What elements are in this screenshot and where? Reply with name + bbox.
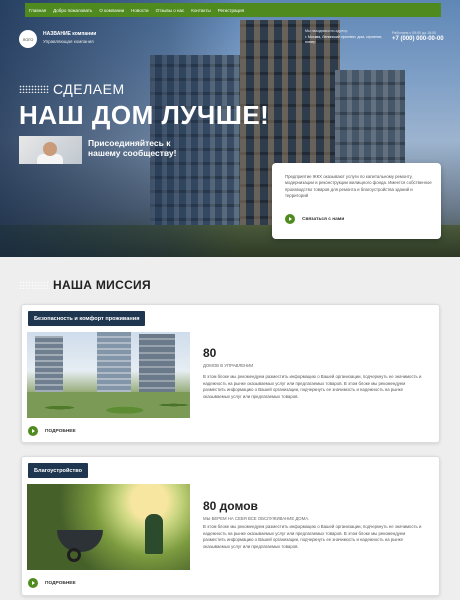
landscaping-image [27,484,190,570]
community-photo [19,136,82,164]
card-tag: Благоустройство [28,463,89,478]
section-title: НАША МИССИЯ [53,278,151,292]
nav-item-about[interactable]: О компании [99,8,124,13]
play-icon [28,578,38,588]
stat-caption: ДОМОВ В УПРАВЛЕНИИ [203,363,254,368]
brand-name: НАЗВАНИЕ компании [43,31,97,37]
more-label: ПОДРОБНЕЕ [45,428,76,434]
residential-towers-image [27,332,190,418]
hero-info-card: Предприятие ЖКХ оказывают услуги по капи… [272,163,441,239]
hero-info-text: Предприятие ЖКХ оказывают услуги по капи… [285,174,432,198]
phone-label: Работаем с 09:00 до 18:00 [392,31,437,35]
stat-number: 80 домов [203,499,258,513]
hero-kicker: СДЕЛАЕМ [53,81,125,97]
card-tag: Безопасность и комфорт проживания [28,311,146,326]
play-icon [28,426,38,436]
brand-subtitle: Управляющая компания [43,39,94,44]
join-community-link[interactable]: Присоединяйтесь к нашему сообществу! [88,138,198,158]
decor-dots [19,85,49,93]
contact-us-label: Связаться с нами [302,216,345,222]
hero-section: ЛОГО НАЗВАНИЕ компании Управляющая компа… [0,0,460,257]
address-label: Мы находимся по адресу: [305,29,349,33]
nav-item-reviews[interactable]: Отзывы о нас [156,8,185,13]
stat-number: 80 [203,346,217,360]
stat-caption: МЫ БЕРЕМ НА СЕБЯ ВСЕ ОБСЛУЖИВАНИЕ ДОМА. [203,516,310,521]
address: г. Москва, Ленинский проспект, дом, стро… [305,35,383,44]
card-description: В этом блоке мы рекомендуем разместить и… [203,374,422,399]
nav-item-register[interactable]: Регистрация [218,8,244,13]
nav-item-contacts[interactable]: Контакты [191,8,210,13]
hero-title: НАШ ДОМ ЛУЧШЕ! [19,100,270,130]
phone-number[interactable]: +7 (000) 000-00-00 [392,36,444,42]
card-description: В этом блоке мы рекомендуем разместить и… [203,524,422,549]
nav-item-home[interactable]: Главная [29,8,46,13]
contact-us-button[interactable]: Связаться с нами [285,214,344,224]
play-icon [285,214,295,224]
mission-card: Безопасность и комфорт проживания 80 ДОМ… [21,304,440,443]
nav-item-welcome[interactable]: Добро пожаловать [53,8,92,13]
logo[interactable]: ЛОГО [19,30,37,48]
mission-card: Благоустройство 80 домов МЫ БЕРЕМ НА СЕБ… [21,456,440,596]
more-button[interactable]: ПОДРОБНЕЕ [28,426,76,436]
more-button[interactable]: ПОДРОБНЕЕ [28,578,76,588]
decor-dots [19,281,49,289]
more-label: ПОДРОБНЕЕ [45,580,76,586]
top-navigation: Главная Добро пожаловать О компании Ново… [25,3,441,17]
nav-item-news[interactable]: Новости [131,8,148,13]
